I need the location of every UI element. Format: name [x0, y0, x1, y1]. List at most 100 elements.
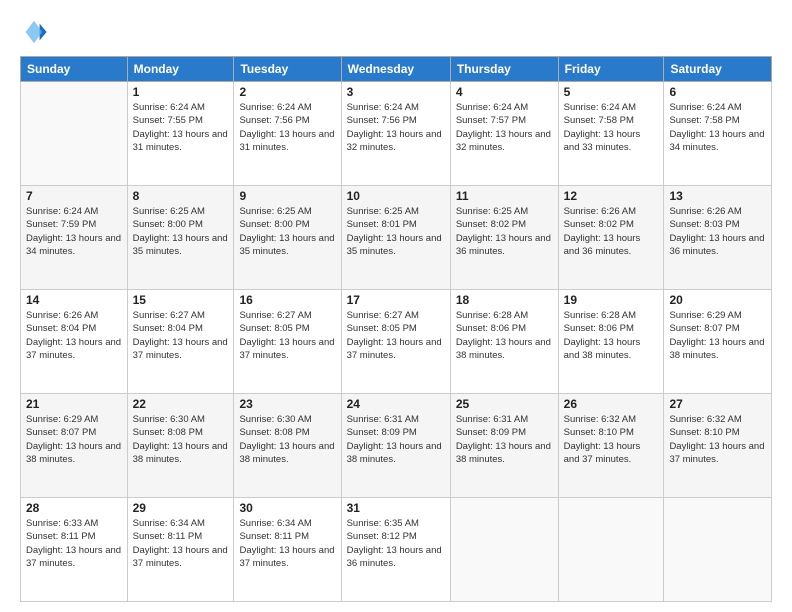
day-info: Sunrise: 6:30 AM Sunset: 8:08 PM Dayligh… [133, 413, 229, 466]
calendar-cell: 27 Sunrise: 6:32 AM Sunset: 8:10 PM Dayli… [664, 394, 772, 498]
day-number: 25 [456, 397, 553, 411]
calendar-cell: 13 Sunrise: 6:26 AM Sunset: 8:03 PM Dayli… [664, 186, 772, 290]
calendar-cell: 7 Sunrise: 6:24 AM Sunset: 7:59 PM Daylig… [21, 186, 128, 290]
week-row-2: 7 Sunrise: 6:24 AM Sunset: 7:59 PM Daylig… [21, 186, 772, 290]
calendar-cell: 31Sunrise: 6:35 AM Sunset: 8:12 PM Dayli… [341, 498, 450, 602]
day-number: 7 [26, 189, 122, 203]
day-info: Sunrise: 6:26 AM Sunset: 8:02 PM Dayligh… [564, 205, 659, 258]
day-number: 1 [133, 85, 229, 99]
calendar-cell: 2 Sunrise: 6:24 AM Sunset: 7:56 PM Daylig… [234, 82, 341, 186]
day-info: Sunrise: 6:27 AM Sunset: 8:05 PM Dayligh… [347, 309, 445, 362]
day-info: Sunrise: 6:25 AM Sunset: 8:01 PM Dayligh… [347, 205, 445, 258]
week-row-4: 21 Sunrise: 6:29 AM Sunset: 8:07 PM Dayli… [21, 394, 772, 498]
day-info: Sunrise: 6:24 AM Sunset: 7:57 PM Dayligh… [456, 101, 553, 154]
day-number: 20 [669, 293, 766, 307]
day-info: Sunrise: 6:32 AM Sunset: 8:10 PM Dayligh… [669, 413, 766, 466]
calendar-cell: 22 Sunrise: 6:30 AM Sunset: 8:08 PM Dayli… [127, 394, 234, 498]
calendar-cell: 28 Sunrise: 6:33 AM Sunset: 8:11 PM Dayli… [21, 498, 128, 602]
calendar-cell: 9 Sunrise: 6:25 AM Sunset: 8:00 PM Daylig… [234, 186, 341, 290]
col-header-monday: Monday [127, 57, 234, 82]
day-number: 12 [564, 189, 659, 203]
day-number: 22 [133, 397, 229, 411]
day-number: 15 [133, 293, 229, 307]
day-info: Sunrise: 6:26 AM Sunset: 8:04 PM Dayligh… [26, 309, 122, 362]
day-info: Sunrise: 6:30 AM Sunset: 8:08 PM Dayligh… [239, 413, 335, 466]
day-number: 29 [133, 501, 229, 515]
col-header-thursday: Thursday [450, 57, 558, 82]
day-info: Sunrise: 6:27 AM Sunset: 8:05 PM Dayligh… [239, 309, 335, 362]
calendar-cell: 14 Sunrise: 6:26 AM Sunset: 8:04 PM Dayli… [21, 290, 128, 394]
col-header-friday: Friday [558, 57, 664, 82]
col-header-saturday: Saturday [664, 57, 772, 82]
day-info: Sunrise: 6:24 AM Sunset: 7:58 PM Dayligh… [564, 101, 659, 154]
week-row-5: 28 Sunrise: 6:33 AM Sunset: 8:11 PM Dayli… [21, 498, 772, 602]
day-info: Sunrise: 6:29 AM Sunset: 8:07 PM Dayligh… [669, 309, 766, 362]
day-number: 28 [26, 501, 122, 515]
calendar-cell: 23 Sunrise: 6:30 AM Sunset: 8:08 PM Dayli… [234, 394, 341, 498]
col-header-sunday: Sunday [21, 57, 128, 82]
day-number: 9 [239, 189, 335, 203]
day-number: 23 [239, 397, 335, 411]
day-info: Sunrise: 6:29 AM Sunset: 8:07 PM Dayligh… [26, 413, 122, 466]
calendar-cell: 17Sunrise: 6:27 AM Sunset: 8:05 PM Dayli… [341, 290, 450, 394]
day-number: 26 [564, 397, 659, 411]
calendar-cell: 29 Sunrise: 6:34 AM Sunset: 8:11 PM Dayli… [127, 498, 234, 602]
day-number: 10 [347, 189, 445, 203]
calendar-cell: 16 Sunrise: 6:27 AM Sunset: 8:05 PM Dayli… [234, 290, 341, 394]
calendar-cell: 10 Sunrise: 6:25 AM Sunset: 8:01 PM Dayli… [341, 186, 450, 290]
day-info: Sunrise: 6:28 AM Sunset: 8:06 PM Dayligh… [456, 309, 553, 362]
day-number: 3 [347, 85, 445, 99]
day-number: 11 [456, 189, 553, 203]
calendar-cell [664, 498, 772, 602]
calendar-cell: 1 Sunrise: 6:24 AM Sunset: 7:55 PM Daylig… [127, 82, 234, 186]
day-info: Sunrise: 6:25 AM Sunset: 8:00 PM Dayligh… [239, 205, 335, 258]
day-info: Sunrise: 6:24 AM Sunset: 7:58 PM Dayligh… [669, 101, 766, 154]
day-info: Sunrise: 6:28 AM Sunset: 8:06 PM Dayligh… [564, 309, 659, 362]
day-number: 21 [26, 397, 122, 411]
calendar-cell: 21 Sunrise: 6:29 AM Sunset: 8:07 PM Dayli… [21, 394, 128, 498]
calendar-cell: 30 Sunrise: 6:34 AM Sunset: 8:11 PM Dayli… [234, 498, 341, 602]
day-info: Sunrise: 6:34 AM Sunset: 8:11 PM Dayligh… [239, 517, 335, 570]
day-number: 14 [26, 293, 122, 307]
calendar-cell: 19 Sunrise: 6:28 AM Sunset: 8:06 PM Dayli… [558, 290, 664, 394]
day-number: 16 [239, 293, 335, 307]
day-info: Sunrise: 6:26 AM Sunset: 8:03 PM Dayligh… [669, 205, 766, 258]
day-number: 8 [133, 189, 229, 203]
day-number: 18 [456, 293, 553, 307]
day-info: Sunrise: 6:24 AM Sunset: 7:59 PM Dayligh… [26, 205, 122, 258]
day-info: Sunrise: 6:34 AM Sunset: 8:11 PM Dayligh… [133, 517, 229, 570]
day-number: 2 [239, 85, 335, 99]
day-info: Sunrise: 6:31 AM Sunset: 8:09 PM Dayligh… [456, 413, 553, 466]
day-number: 27 [669, 397, 766, 411]
calendar-table: SundayMondayTuesdayWednesdayThursdayFrid… [20, 56, 772, 602]
day-number: 30 [239, 501, 335, 515]
week-row-1: 1 Sunrise: 6:24 AM Sunset: 7:55 PM Daylig… [21, 82, 772, 186]
header [20, 18, 772, 46]
calendar-cell: 5 Sunrise: 6:24 AM Sunset: 7:58 PM Daylig… [558, 82, 664, 186]
calendar-cell: 25 Sunrise: 6:31 AM Sunset: 8:09 PM Dayli… [450, 394, 558, 498]
day-info: Sunrise: 6:24 AM Sunset: 7:56 PM Dayligh… [239, 101, 335, 154]
calendar-cell: 8 Sunrise: 6:25 AM Sunset: 8:00 PM Daylig… [127, 186, 234, 290]
calendar-cell: 18 Sunrise: 6:28 AM Sunset: 8:06 PM Dayli… [450, 290, 558, 394]
calendar-cell [450, 498, 558, 602]
day-info: Sunrise: 6:32 AM Sunset: 8:10 PM Dayligh… [564, 413, 659, 466]
day-info: Sunrise: 6:33 AM Sunset: 8:11 PM Dayligh… [26, 517, 122, 570]
day-info: Sunrise: 6:27 AM Sunset: 8:04 PM Dayligh… [133, 309, 229, 362]
calendar-cell: 3 Sunrise: 6:24 AM Sunset: 7:56 PM Daylig… [341, 82, 450, 186]
calendar-cell [558, 498, 664, 602]
day-number: 5 [564, 85, 659, 99]
day-info: Sunrise: 6:24 AM Sunset: 7:55 PM Dayligh… [133, 101, 229, 154]
day-number: 31 [347, 501, 445, 515]
calendar-cell: 6 Sunrise: 6:24 AM Sunset: 7:58 PM Daylig… [664, 82, 772, 186]
day-number: 13 [669, 189, 766, 203]
day-info: Sunrise: 6:25 AM Sunset: 8:00 PM Dayligh… [133, 205, 229, 258]
calendar-cell: 11Sunrise: 6:25 AM Sunset: 8:02 PM Dayli… [450, 186, 558, 290]
day-number: 4 [456, 85, 553, 99]
day-number: 6 [669, 85, 766, 99]
col-header-tuesday: Tuesday [234, 57, 341, 82]
calendar-cell: 24Sunrise: 6:31 AM Sunset: 8:09 PM Dayli… [341, 394, 450, 498]
day-info: Sunrise: 6:24 AM Sunset: 7:56 PM Dayligh… [347, 101, 445, 154]
day-number: 19 [564, 293, 659, 307]
week-row-3: 14 Sunrise: 6:26 AM Sunset: 8:04 PM Dayli… [21, 290, 772, 394]
day-info: Sunrise: 6:31 AM Sunset: 8:09 PM Dayligh… [347, 413, 445, 466]
